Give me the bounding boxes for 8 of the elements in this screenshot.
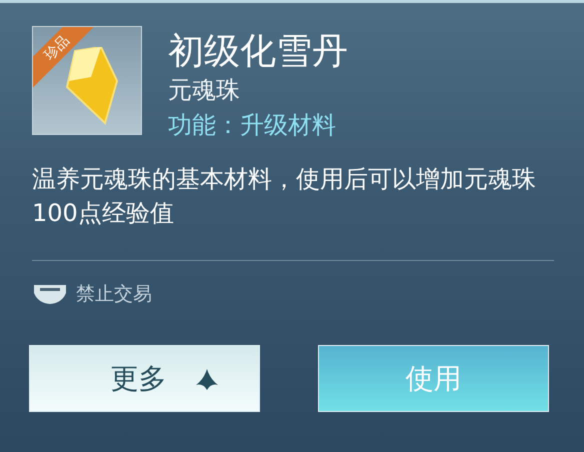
trade-status: 禁止交易 xyxy=(76,282,152,307)
more-button[interactable]: 更多 xyxy=(29,345,260,412)
fin-icon xyxy=(194,366,218,390)
lock-tray-icon xyxy=(32,283,68,305)
item-description: 温养元魂珠的基本材料，使用后可以增加元魂珠100点经验值 xyxy=(32,164,537,229)
item-function: 功能：升级材料 xyxy=(168,110,337,141)
item-name: 初级化雪丹 xyxy=(168,30,348,74)
item-category: 元魂珠 xyxy=(168,75,241,106)
